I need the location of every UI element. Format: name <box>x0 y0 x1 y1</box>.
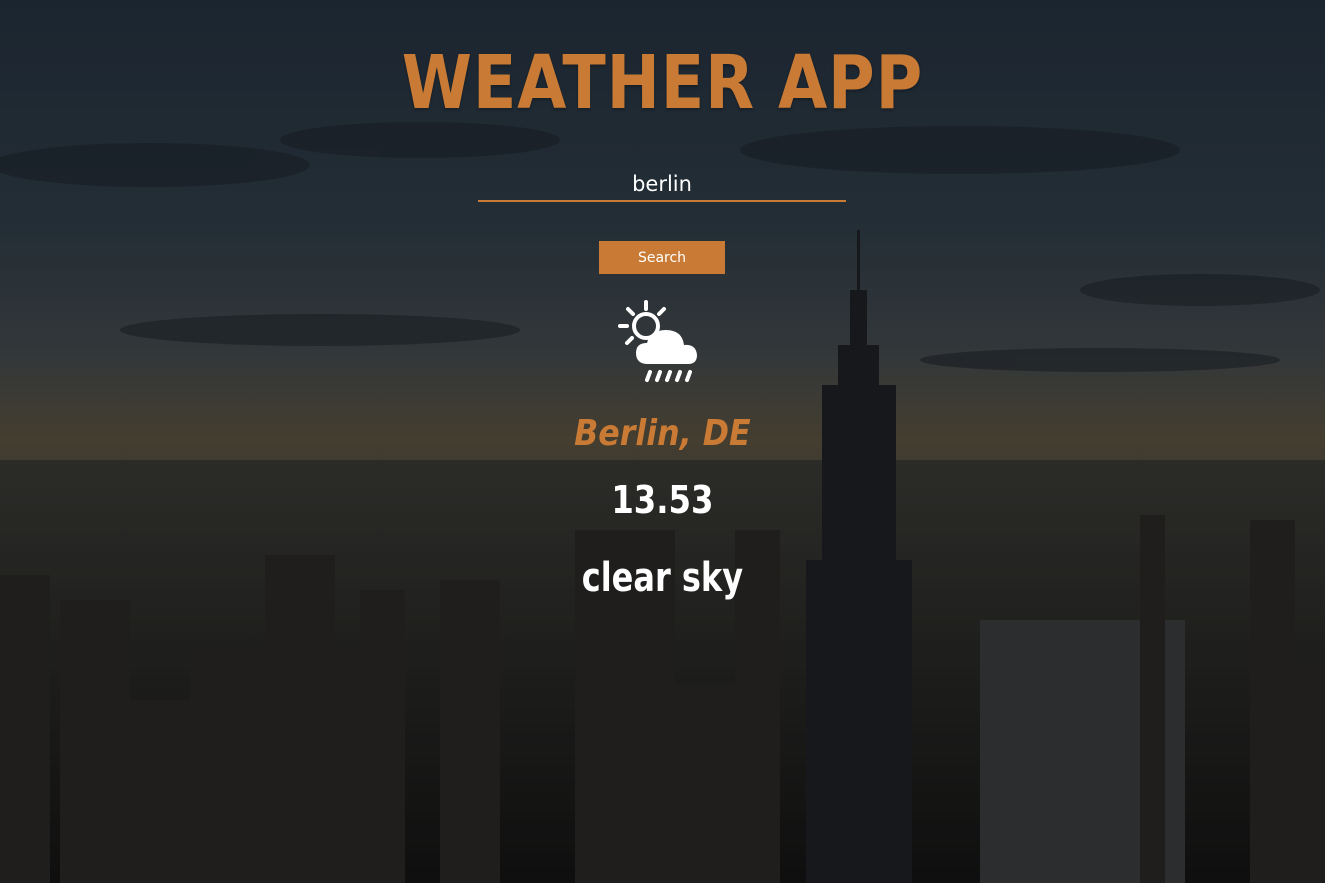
weather-app: WEATHER APP Search <box>0 0 1325 883</box>
temperature-value: 13.53 <box>611 478 714 522</box>
app-title: WEATHER APP <box>401 40 924 126</box>
weather-description: clear sky <box>581 555 744 601</box>
location-name: Berlin, DE <box>574 413 751 454</box>
sun-cloud-rain-icon <box>618 300 697 382</box>
search-button[interactable]: Search <box>599 241 725 274</box>
weather-panel: WEATHER APP Search <box>0 0 1325 883</box>
city-search-input[interactable] <box>478 168 846 202</box>
